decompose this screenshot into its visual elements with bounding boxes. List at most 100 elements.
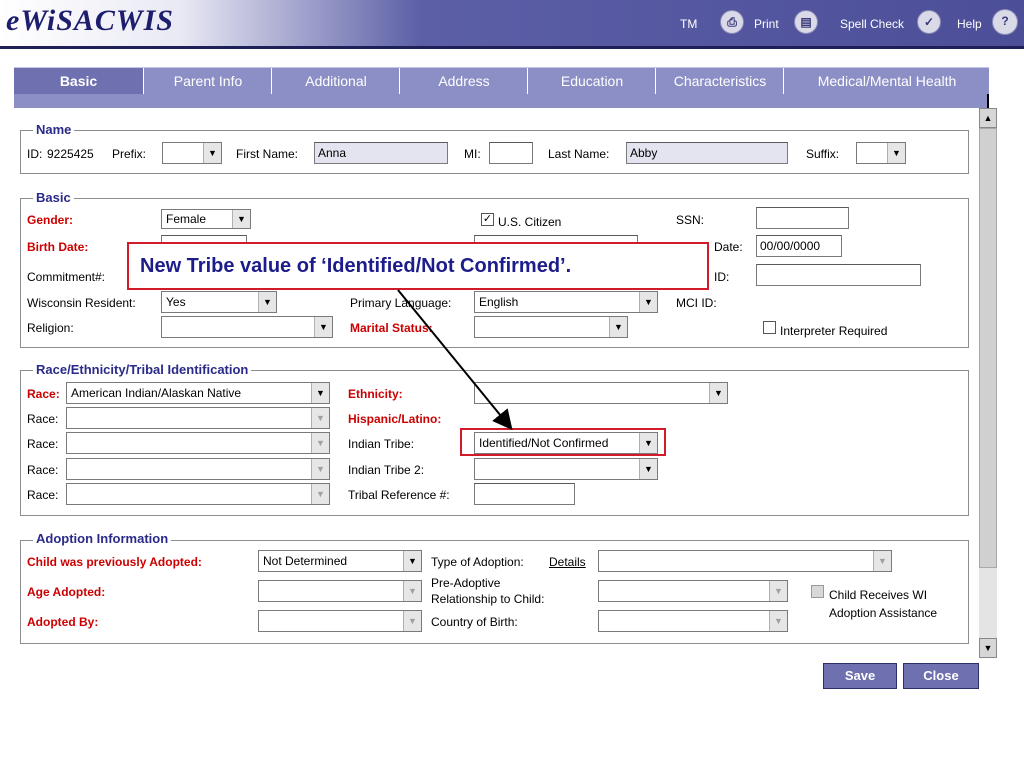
name-legend: Name [33, 122, 75, 137]
annotation-callout: New Tribe value of ‘Identified/Not Confi… [127, 242, 709, 290]
primary-language-select[interactable]: English ▼ [474, 291, 658, 313]
pre-adoptive-select[interactable]: ▼ [598, 580, 788, 602]
ethnicity-select[interactable]: ▼ [474, 382, 728, 404]
adoption-legend: Adoption Information [33, 531, 172, 546]
date-label: Date: [714, 240, 743, 254]
tab-medical-mental-health[interactable]: Medical/Mental Health [785, 68, 989, 94]
receives-label-2: Adoption Assistance [829, 606, 938, 620]
pre-adoptive-label-2: Relationship to Child: [431, 592, 545, 606]
details-link[interactable]: Details [549, 555, 586, 569]
ssn-field[interactable] [756, 207, 849, 229]
indian-tribe2-label: Indian Tribe 2: [348, 463, 425, 477]
religion-select[interactable]: ▼ [161, 316, 333, 338]
age-adopted-select[interactable]: ▼ [258, 580, 422, 602]
annotation-highlight-box [460, 428, 666, 456]
prefix-select[interactable]: ▼ [162, 142, 222, 164]
religion-label: Religion: [27, 321, 74, 335]
race-select-3[interactable]: ▼ [66, 432, 330, 454]
spell-check-icon[interactable]: ✓ [917, 10, 941, 34]
tab-additional[interactable]: Additional [273, 68, 400, 94]
race-select-2[interactable]: ▼ [66, 407, 330, 429]
country-of-birth-select[interactable]: ▼ [598, 610, 788, 632]
race-label-2: Race: [27, 412, 59, 426]
gender-label: Gender: [27, 213, 74, 227]
header-divider [0, 46, 1024, 49]
race-primary-label: Race: [27, 387, 60, 401]
age-adopted-label: Age Adopted: [27, 585, 106, 599]
us-citizen-label: U.S. Citizen [498, 215, 562, 229]
pre-adoptive-label-1: Pre-Adoptive [431, 576, 501, 590]
save-button[interactable]: Save [823, 663, 897, 689]
id-value: 9225425 [47, 147, 94, 161]
primary-language-label: Primary Language: [350, 296, 452, 310]
id2-label: ID: [714, 270, 730, 284]
scroll-down-button[interactable]: ▼ [979, 638, 997, 658]
tab-bar-underline [14, 94, 989, 108]
first-name-label: First Name: [236, 147, 299, 161]
receives-assistance-checkbox[interactable] [811, 585, 824, 598]
prev-adopted-select[interactable]: Not Determined ▼ [258, 550, 422, 572]
id-label: ID: [27, 147, 43, 161]
tab-address[interactable]: Address [401, 68, 528, 94]
tab-bar: Basic Parent Info Additional Address Edu… [14, 67, 989, 95]
race-label-5: Race: [27, 488, 59, 502]
scroll-up-button[interactable]: ▲ [979, 108, 997, 128]
hispanic-label: Hispanic/Latino: [348, 412, 442, 426]
adopted-by-label: Adopted By: [27, 615, 99, 629]
printer-icon[interactable]: ▤ [794, 10, 818, 34]
marital-status-select[interactable]: ▼ [474, 316, 628, 338]
print-link[interactable]: Print [754, 17, 779, 31]
spell-check-link[interactable]: Spell Check [840, 17, 904, 31]
last-name-label: Last Name: [548, 147, 610, 161]
last-name-field[interactable]: Abby [626, 142, 788, 164]
close-button[interactable]: Close [903, 663, 979, 689]
scrollbar-thumb[interactable] [979, 128, 997, 568]
app-header: eWiSACWIS TM ⎙ Print ▤ Spell Check ✓ Hel… [0, 0, 1024, 46]
type-of-adoption-select[interactable]: ▼ [598, 550, 892, 572]
receives-label-1: Child Receives WI [829, 588, 928, 602]
tab-bar-edge [987, 94, 989, 108]
tm-link[interactable]: TM [680, 17, 697, 31]
race-primary-select[interactable]: American Indian/Alaskan Native ▼ [66, 382, 330, 404]
adopted-by-select[interactable]: ▼ [258, 610, 422, 632]
mi-field[interactable] [489, 142, 533, 164]
first-name-field[interactable]: Anna [314, 142, 448, 164]
tab-education[interactable]: Education [529, 68, 656, 94]
race-select-5[interactable]: ▼ [66, 483, 330, 505]
mi-label: MI: [464, 147, 481, 161]
country-of-birth-label: Country of Birth: [431, 615, 518, 629]
tribal-ref-field[interactable] [474, 483, 575, 505]
basic-legend: Basic [33, 190, 74, 205]
indian-tribe-label: Indian Tribe: [348, 437, 415, 451]
race-legend: Race/Ethnicity/Tribal Identification [33, 362, 252, 377]
app-logo: eWiSACWIS [6, 4, 174, 37]
wi-resident-select[interactable]: Yes ▼ [161, 291, 277, 313]
id2-field[interactable] [756, 264, 921, 286]
commitment-label: Commitment#: [27, 270, 106, 284]
type-of-adoption-label: Type of Adoption: [431, 555, 524, 569]
race-select-4[interactable]: ▼ [66, 458, 330, 480]
date-field[interactable]: 00/00/0000 [756, 235, 842, 257]
wi-resident-label: Wisconsin Resident: [27, 296, 136, 310]
interpreter-label: Interpreter Required [780, 324, 888, 338]
mci-id-label: MCI ID: [676, 296, 717, 310]
help-link[interactable]: Help [957, 17, 982, 31]
suffix-select[interactable]: ▼ [856, 142, 906, 164]
print-icon[interactable]: ⎙ [720, 10, 744, 34]
prev-adopted-label: Child was previously Adopted: [27, 555, 202, 569]
ethnicity-label: Ethnicity: [348, 387, 403, 401]
suffix-label: Suffix: [806, 147, 840, 161]
help-icon[interactable]: ? [992, 9, 1018, 35]
interpreter-checkbox[interactable] [763, 321, 776, 334]
race-label-4: Race: [27, 463, 59, 477]
indian-tribe2-select[interactable]: ▼ [474, 458, 658, 480]
tab-characteristics[interactable]: Characteristics [657, 68, 784, 94]
prefix-label: Prefix: [112, 147, 147, 161]
tab-basic[interactable]: Basic [14, 68, 144, 94]
us-citizen-checkbox[interactable]: ✓ [481, 213, 494, 226]
tribal-ref-label: Tribal Reference #: [348, 488, 450, 502]
race-label-3: Race: [27, 437, 59, 451]
gender-select[interactable]: Female ▼ [161, 209, 251, 229]
ssn-label: SSN: [676, 213, 705, 227]
tab-parent-info[interactable]: Parent Info [145, 68, 272, 94]
